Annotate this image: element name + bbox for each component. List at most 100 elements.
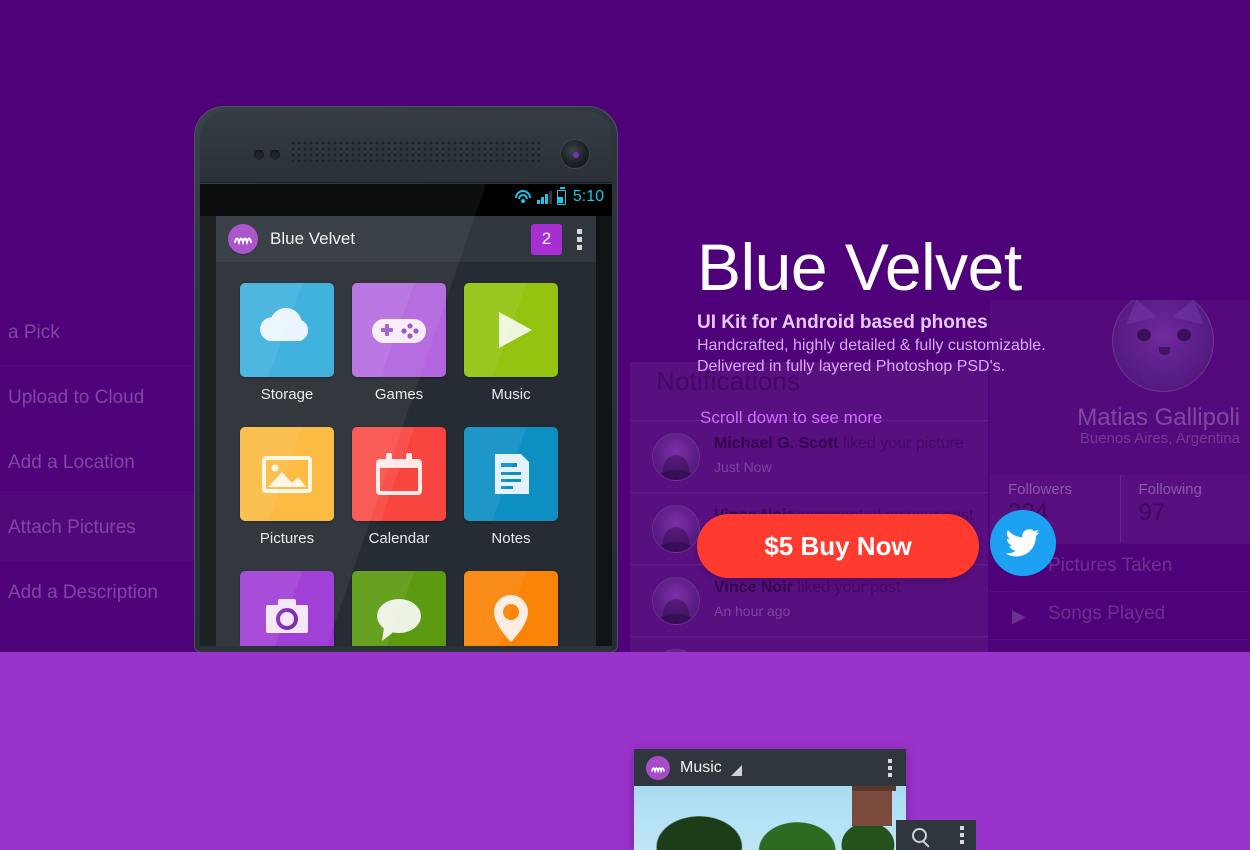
gamepad-icon: [352, 283, 446, 377]
music-action-bar: Music: [634, 749, 906, 786]
stat-following[interactable]: Following 97: [1121, 475, 1250, 543]
app-tile-camera[interactable]: Camera: [240, 571, 334, 646]
stat-label: Following: [1138, 481, 1202, 498]
count-badge[interactable]: 2: [531, 223, 562, 255]
camera-icon: [240, 571, 334, 646]
menu-item-label: Attach Pictures: [8, 517, 136, 538]
notification-action: liked your post: [797, 579, 901, 596]
music-cover-photo: [634, 786, 906, 850]
twitter-bird-icon: [1006, 529, 1040, 557]
blue-velvet-logo-icon: [228, 224, 258, 254]
menu-item-2[interactable]: Add a Location: [0, 430, 196, 495]
app-tile-calendar[interactable]: Calendar: [352, 427, 446, 547]
menu-item-label: a Pick: [8, 321, 60, 343]
notification-time: Just Now: [714, 459, 772, 475]
notification-text: Michael G. Scott liked your picture: [714, 435, 964, 453]
calendar-icon: [352, 427, 446, 521]
app-tile-music[interactable]: Music: [464, 283, 558, 403]
twitter-button[interactable]: [990, 510, 1056, 576]
menu-item-4[interactable]: Add a Description: [0, 560, 196, 625]
menu-item-label: Add a Location: [8, 452, 135, 473]
status-icons: 5:10: [514, 187, 604, 206]
cloud-icon: [240, 283, 334, 377]
headline-subtitle: UI Kit for Android based phones: [697, 312, 988, 333]
profile-name: Matias Gallipoli: [1077, 404, 1240, 431]
sensor-icon: [254, 150, 264, 160]
app-label: Notes: [491, 530, 531, 547]
overflow-menu-icon[interactable]: [562, 228, 596, 250]
app-tile-games[interactable]: Games: [352, 283, 446, 403]
action-bar: Blue Velvet 2: [216, 216, 596, 263]
app-grid: Storage Games Music Pictures Calendar No…: [216, 263, 596, 646]
menu-item-0[interactable]: a Pick: [0, 300, 196, 365]
page-title: Blue Velvet: [697, 230, 1022, 304]
speaker-grille: [290, 140, 540, 164]
play-icon: [464, 283, 558, 377]
app-title: Blue Velvet: [270, 229, 356, 248]
search-icon[interactable]: [912, 827, 927, 843]
notification-action: liked your picture: [842, 435, 964, 452]
stat-value: 97: [1138, 499, 1166, 526]
avatar: [652, 505, 700, 553]
status-bar: 5:10: [200, 184, 612, 216]
phone-screen: 5:10 Blue Velvet 2 Storage Games Music P…: [200, 184, 612, 646]
notification-user: Vince Noir: [714, 579, 793, 596]
overflow-menu-icon[interactable]: [948, 826, 976, 844]
wifi-icon: [514, 190, 532, 204]
profile-row-label: Pictures Taken: [1048, 555, 1173, 576]
profile-row-label: Songs Played: [1048, 603, 1166, 624]
app-tile-notes[interactable]: Notes: [464, 427, 558, 547]
notification-row[interactable]: [630, 636, 988, 652]
mini-toolbar-card[interactable]: [896, 820, 976, 850]
left-menu-panel: a Pick Upload to Cloud Add a Location At…: [0, 300, 196, 652]
background-bottom: [0, 652, 1250, 850]
phone-mockup: 5:10 Blue Velvet 2 Storage Games Music P…: [194, 106, 618, 652]
app-tile-maps[interactable]: Maps: [464, 571, 558, 646]
notifications-panel: Notifications Scroll down to see more Mi…: [630, 362, 988, 652]
signal-icon: [536, 190, 552, 204]
notification-user: Michael G. Scott: [714, 435, 839, 452]
profile-location: Buenos Aires, Argentina: [1079, 430, 1240, 447]
battery-icon: [556, 187, 566, 205]
avatar: [652, 433, 700, 481]
profile-row-extra[interactable]: [990, 639, 1250, 652]
note-icon: [464, 427, 558, 521]
caret-icon[interactable]: [730, 765, 742, 776]
menu-item-1[interactable]: Upload to Cloud: [0, 365, 196, 430]
headline-desc-line2: Delivered in fully layered Photoshop PSD…: [697, 358, 1006, 375]
buy-now-button[interactable]: $5 Buy Now: [697, 514, 979, 578]
app-label: Pictures: [259, 530, 315, 547]
music-card[interactable]: Music: [634, 749, 906, 850]
front-camera-icon: [560, 139, 590, 169]
play-icon: ▶: [1012, 606, 1026, 626]
avatar: [652, 649, 700, 652]
status-time: 5:10: [572, 188, 604, 205]
menu-item-label: Add a Description: [8, 582, 158, 603]
app-label: Storage: [260, 386, 314, 403]
sensor-icon: [270, 150, 280, 160]
app-label: Music: [491, 386, 531, 403]
phone-bottom-bezel: [200, 646, 612, 652]
notification-row[interactable]: Michael G. Scott liked your picture Just…: [630, 420, 988, 492]
headline-block: Blue Velvet UI Kit for Android based pho…: [697, 234, 1237, 376]
profile-row-songs-played[interactable]: ▶ Songs Played: [990, 591, 1250, 639]
app-tile-storage[interactable]: Storage: [240, 283, 334, 403]
avatar: [652, 577, 700, 625]
chat-icon: [352, 571, 446, 646]
app-tile-pictures[interactable]: Pictures: [240, 427, 334, 547]
phone-top-bezel: [200, 111, 612, 183]
blue-velvet-logo-icon: [646, 755, 670, 780]
menu-item-label: Upload to Cloud: [8, 387, 145, 408]
stat-label: Followers: [1008, 481, 1073, 498]
image-icon: [240, 427, 334, 521]
app-label: Calendar: [368, 530, 430, 547]
music-title: Music: [680, 758, 722, 776]
notification-time: An hour ago: [714, 603, 791, 619]
pin-icon: [464, 571, 558, 646]
app-label: Games: [374, 386, 424, 403]
menu-item-3[interactable]: Attach Pictures: [0, 495, 196, 560]
notification-text: Vince Noir liked your post: [714, 579, 900, 597]
overflow-menu-icon[interactable]: [874, 758, 906, 777]
app-tile-messages[interactable]: Messages: [352, 571, 446, 646]
building-shape: [852, 786, 896, 826]
